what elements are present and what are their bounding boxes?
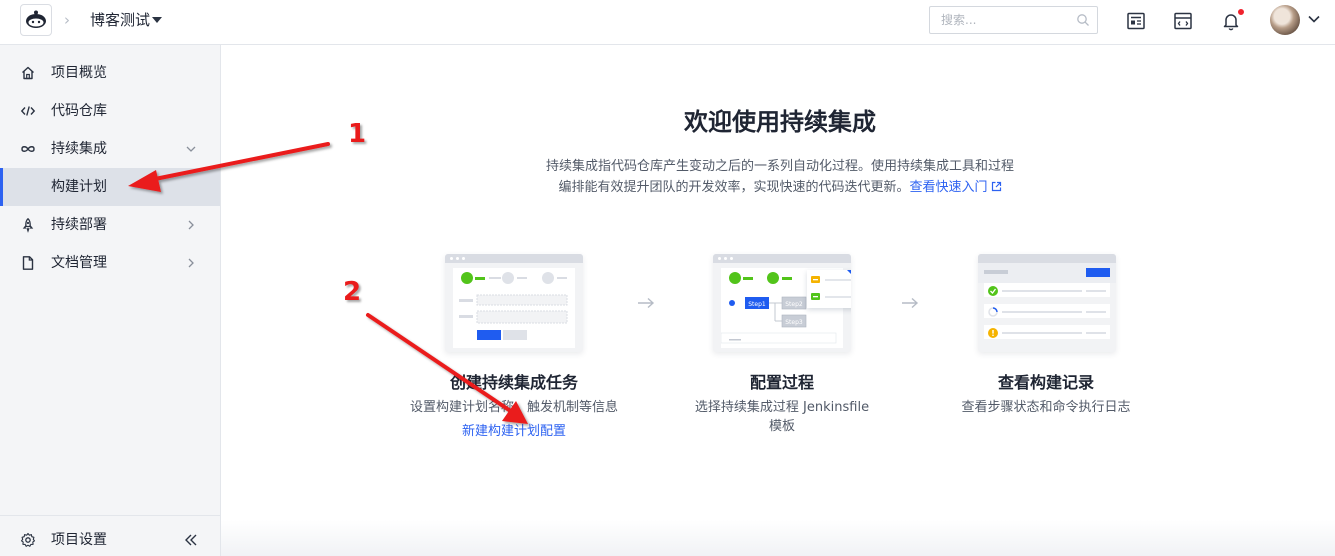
bottom-fade [221,520,1335,556]
step-create-task-title: 创建持续集成任务 [449,373,578,392]
app-logo[interactable] [20,4,52,36]
news-icon[interactable] [1125,10,1147,32]
home-icon [22,66,34,80]
annotation-number-1: 1 [348,119,367,149]
project-settings-label: 项目设置 [51,532,107,548]
step-create-task-desc: 设置构建计划名称、触发机制等信息 [409,400,618,415]
rocket-icon [22,217,34,233]
step-records-title: 查看构建记录 [997,373,1094,392]
description-line-1: 持续集成指代码仓库产生变动之后的一系列自动化过程。使用持续集成工具和过程 [545,159,1014,174]
chevron-right-icon [188,220,194,230]
arrow-right-icon [902,297,919,309]
illustration-step2-label: Step2 [785,301,803,308]
project-settings-link[interactable]: 项目设置 [0,516,170,556]
create-task-illustration [445,254,583,352]
illustration-step3-label: Step3 [785,319,803,326]
sidebar-item-label: 项目概览 [51,65,107,81]
sidebar-footer: 项目设置 [0,515,220,556]
search-icon[interactable] [1076,13,1090,27]
logo-icon [26,10,46,28]
sidebar-item-code-repo[interactable]: 代码仓库 [0,92,220,130]
step-configure-title: 配置过程 [749,373,814,392]
sidebar-item-overview[interactable]: 项目概览 [0,54,220,92]
top-bar: › 博客测试 [0,0,1335,45]
step-configure-desc: 选择持续集成过程 Jenkinsfile 模板 [694,400,870,434]
arrow-right-icon [638,297,655,309]
sidebar-item-build-plan[interactable]: 构建计划 [0,168,220,206]
quick-start-link[interactable]: 查看快速入门 [910,180,1002,195]
search-input[interactable] [930,7,1070,33]
ci-welcome-page: › 博客测试 搜索... 项目概览 代码仓库 持续集成 构建计划 持续部署 文档… [0,0,1335,556]
annotation-number-2: 2 [343,277,362,307]
project-dropdown-caret-icon[interactable] [152,17,162,23]
sidebar-item-docs[interactable]: 文档管理 [0,244,220,282]
page-title: 欢迎使用持续集成 [684,108,876,136]
description-line-2: 编排能有效提升团队的开发效率，实现快速的代码迭代更新。查看快速入门 [480,177,1080,198]
workspace-icon[interactable] [1172,10,1194,32]
chevron-right-icon [188,258,194,268]
step-records-desc: 查看步骤状态和命令执行日志 [961,400,1131,415]
sidebar-item-label: 构建计划 [51,179,107,195]
configure-process-illustration: Step1 Step2 Step3 [713,254,851,352]
search-box[interactable] [929,6,1098,34]
breadcrumb-chevron-icon: › [64,11,70,29]
sidebar-item-label: 文档管理 [51,255,107,271]
code-icon [20,106,36,116]
user-avatar[interactable] [1270,5,1300,35]
build-records-illustration [978,254,1116,352]
sidebar-item-ci[interactable]: 持续集成 [0,130,220,168]
sidebar-item-label: 持续部署 [51,217,107,233]
document-icon [22,256,34,270]
infinity-icon [21,146,35,152]
sidebar-item-label: 代码仓库 [51,103,107,119]
collapse-sidebar-icon[interactable] [183,532,199,548]
project-name[interactable]: 博客测试 [90,11,150,29]
notification-badge [1237,8,1245,16]
chevron-down-icon[interactable] [1307,14,1321,24]
page-description: 持续集成指代码仓库产生变动之后的一系列自动化过程。使用持续集成工具和过程 编排能… [480,156,1080,198]
gear-icon [20,532,36,547]
external-link-icon [991,181,1001,192]
new-build-plan-link[interactable]: 新建构建计划配置 [404,422,624,441]
chevron-up-icon [186,146,196,152]
sidebar: 项目概览 代码仓库 持续集成 构建计划 持续部署 文档管理 项目设置 [0,45,221,556]
sidebar-item-cd[interactable]: 持续部署 [0,206,220,244]
sidebar-item-label: 持续集成 [51,141,107,157]
illustration-step1-label: Step1 [748,301,766,308]
